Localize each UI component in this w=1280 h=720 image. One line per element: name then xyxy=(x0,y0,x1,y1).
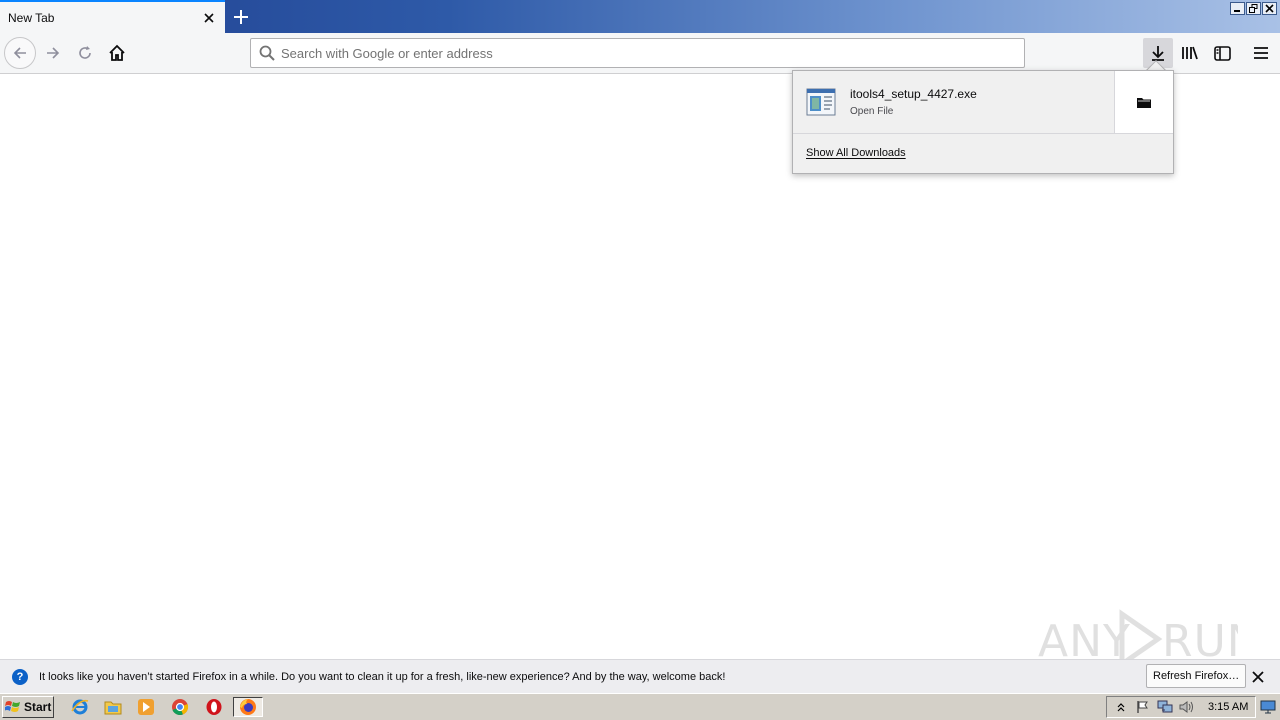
new-tab-button[interactable] xyxy=(228,4,254,30)
taskbar-clock[interactable]: 3:15 AM xyxy=(1208,701,1248,713)
taskbar-media-player[interactable] xyxy=(134,697,158,717)
firefox-icon xyxy=(240,699,256,715)
forward-button[interactable] xyxy=(37,37,69,69)
show-desktop-button[interactable] xyxy=(1259,697,1277,717)
download-filename: itools4_setup_4427.exe xyxy=(850,87,977,101)
action-center-flag-icon[interactable] xyxy=(1135,699,1151,715)
tab-title: New Tab xyxy=(8,10,55,25)
separator xyxy=(793,133,1173,134)
downloads-panel: itools4_setup_4427.exe Open File Show Al… xyxy=(792,70,1174,174)
plus-icon xyxy=(234,10,248,24)
open-containing-folder-button[interactable] xyxy=(1114,71,1173,133)
sidebar-icon xyxy=(1213,45,1231,61)
folder-icon xyxy=(1137,97,1151,108)
taskbar-chrome[interactable] xyxy=(168,697,192,717)
internet-explorer-icon xyxy=(71,699,89,715)
volume-icon[interactable] xyxy=(1179,699,1195,715)
notification-bar: ? It looks like you haven’t started Fire… xyxy=(0,659,1280,693)
monitor-icon xyxy=(1260,700,1276,714)
taskbar-explorer[interactable] xyxy=(101,697,125,717)
search-icon xyxy=(259,45,275,61)
windows-logo-icon xyxy=(5,701,20,712)
back-button[interactable] xyxy=(4,37,36,69)
start-button[interactable]: Start xyxy=(2,696,54,718)
tab-new-tab[interactable]: New Tab xyxy=(0,0,225,33)
download-item[interactable]: itools4_setup_4427.exe Open File xyxy=(793,71,1114,133)
tab-strip: New Tab xyxy=(0,0,1280,33)
question-icon: ? xyxy=(12,668,28,685)
library-button[interactable] xyxy=(1175,38,1205,68)
taskbar-firefox[interactable] xyxy=(233,697,263,717)
close-tab-icon[interactable] xyxy=(197,6,221,30)
show-all-downloads-link[interactable]: Show All Downloads xyxy=(806,147,906,159)
start-label: Start xyxy=(24,700,52,714)
explorer-folder-icon xyxy=(104,701,122,715)
forward-arrow-icon xyxy=(47,47,60,59)
hamburger-menu-icon xyxy=(1254,47,1268,59)
reload-icon xyxy=(79,46,91,59)
nav-toolbar xyxy=(0,33,1280,74)
chrome-icon xyxy=(172,699,189,716)
library-icon xyxy=(1182,46,1198,60)
download-arrow-icon xyxy=(1152,46,1164,61)
home-button[interactable] xyxy=(101,37,133,69)
menu-button[interactable] xyxy=(1246,38,1276,68)
taskbar-internet-explorer[interactable] xyxy=(68,697,92,717)
show-hidden-icons-icon[interactable] xyxy=(1113,699,1129,715)
reload-button[interactable] xyxy=(69,37,101,69)
download-status: Open File xyxy=(850,106,894,117)
address-bar[interactable] xyxy=(250,38,1025,68)
refresh-firefox-button[interactable]: Refresh Firefox… xyxy=(1146,664,1247,688)
close-notification-icon[interactable] xyxy=(1249,668,1267,686)
taskbar-opera[interactable] xyxy=(202,697,226,717)
window-controls xyxy=(1230,2,1277,15)
back-arrow-icon xyxy=(13,47,26,59)
notification-message: It looks like you haven’t started Firefo… xyxy=(39,670,726,683)
address-input[interactable] xyxy=(281,45,1024,61)
minimize-button[interactable] xyxy=(1230,2,1245,15)
network-icon[interactable] xyxy=(1157,699,1173,715)
home-icon xyxy=(109,44,125,61)
exe-file-icon xyxy=(806,88,836,116)
sidebar-button[interactable] xyxy=(1207,38,1237,68)
media-player-icon xyxy=(138,699,154,715)
opera-icon xyxy=(206,699,222,715)
restore-button[interactable] xyxy=(1246,2,1261,15)
taskbar: Start 3:15 AM xyxy=(0,693,1280,720)
close-window-button[interactable] xyxy=(1262,2,1277,15)
